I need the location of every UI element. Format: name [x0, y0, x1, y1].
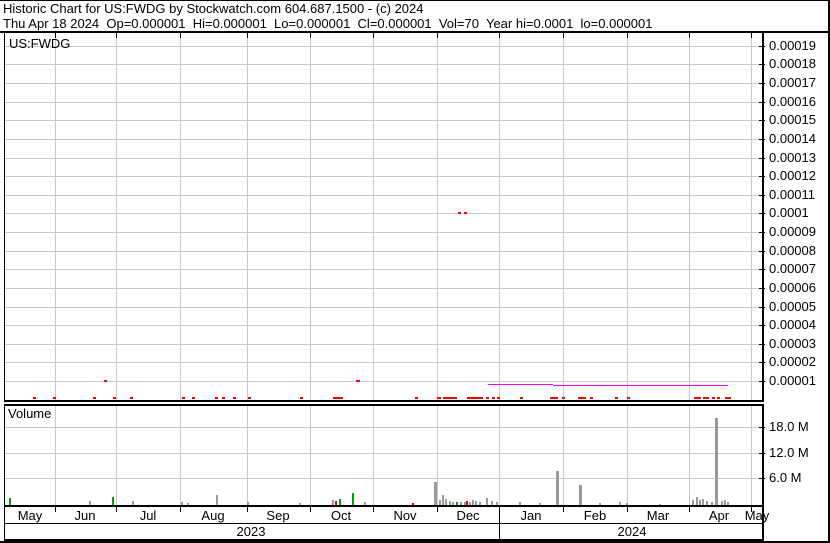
month-label: Nov [393, 508, 417, 523]
month-label: May [744, 508, 770, 523]
month-boundary-tick-top [116, 32, 117, 38]
volume-axis-tick [759, 452, 765, 454]
volume-axis-label: 12.0 M [769, 444, 809, 460]
price-axis-label: 0.00008 [769, 242, 816, 258]
month-boundary-tick-top [563, 32, 564, 38]
price-axis-tick [759, 362, 765, 364]
price-axis-tick [759, 83, 765, 85]
month-boundary-tick-bottom [627, 507, 628, 512]
price-axis-label: 0.00019 [769, 37, 816, 53]
price-axis-label: 0.00017 [769, 75, 816, 91]
price-axis-tick [759, 64, 765, 66]
month-label: Jul [139, 508, 157, 523]
month-label: Oct [330, 508, 352, 523]
price-axis-tick [759, 45, 765, 47]
month-boundary-tick-bottom [563, 507, 564, 512]
month-boundary-tick-bottom [373, 507, 374, 512]
month-boundary-tick-bottom [180, 507, 181, 512]
month-label: Jun [74, 508, 96, 523]
price-axis-label: 0.00015 [769, 112, 816, 128]
month-label: May [17, 508, 43, 523]
price-axis-label: 0.00012 [769, 168, 816, 184]
month-label: Sep [266, 508, 290, 523]
month-boundary-tick-bottom [116, 507, 117, 512]
volume-axis-label: 6.0 M [769, 469, 802, 485]
price-axis-label: 0.00009 [769, 224, 816, 240]
price-axis-tick [759, 325, 765, 327]
price-axis-label: 0.00005 [769, 298, 816, 314]
volume-axis-tick [759, 427, 765, 429]
month-boundary-tick-top [627, 32, 628, 38]
price-axis-tick [759, 194, 765, 196]
price-axis-label: 0.00011 [769, 186, 816, 202]
price-axis-label: 0.00016 [769, 93, 816, 109]
month-label: Apr [708, 508, 730, 523]
year-label: 2023 [236, 524, 266, 539]
axis-labels-layer: 0.00019 0.00018 0.00017 0.00016 0.00015 0.000… [0, 0, 830, 543]
price-axis-tick [759, 120, 765, 122]
price-axis-label: 0.0001 [769, 205, 809, 221]
month-boundary-tick-top [751, 32, 752, 38]
price-axis-label: 0.00013 [769, 149, 816, 165]
month-label: Aug [201, 508, 225, 523]
price-axis-label: 0.00004 [769, 317, 816, 333]
month-label: Mar [646, 508, 670, 523]
price-axis-tick [759, 343, 765, 345]
price-axis-tick [759, 381, 765, 382]
volume-label: Volume [8, 406, 52, 421]
month-boundary-tick-top [247, 32, 248, 38]
month-boundary-tick-bottom [689, 507, 690, 512]
price-axis-tick [759, 176, 765, 178]
month-boundary-tick-top [373, 32, 374, 38]
price-axis-label: 0.00002 [769, 354, 816, 370]
month-label: Jan [520, 508, 542, 523]
price-axis-tick [759, 138, 765, 140]
price-axis-label: 0.00018 [769, 56, 816, 72]
price-axis-tick [759, 213, 765, 215]
month-boundary-tick-top [310, 32, 311, 38]
month-label: Feb [583, 508, 607, 523]
price-axis-tick [759, 157, 765, 159]
month-label: Dec [456, 508, 480, 523]
price-axis-label: 0.00003 [769, 335, 816, 351]
month-boundary-tick-top [437, 32, 438, 38]
price-axis-tick [759, 101, 765, 103]
month-boundary-tick-bottom [310, 507, 311, 512]
year-label: 2024 [617, 524, 647, 539]
volume-axis-label: 18.0 M [769, 419, 809, 435]
volume-axis-tick [759, 477, 765, 479]
price-axis-tick [759, 306, 765, 308]
price-axis-label: 0.00006 [769, 279, 816, 295]
month-boundary-tick-bottom [55, 507, 56, 512]
month-boundary-tick-bottom [247, 507, 248, 512]
month-boundary-tick-top [180, 32, 181, 38]
symbol-label: US:FWDG [9, 36, 71, 51]
price-axis-tick [759, 287, 765, 289]
month-boundary-tick-top [689, 32, 690, 38]
price-axis-label: 0.00007 [769, 261, 816, 277]
price-axis-label: 0.00001 [769, 373, 816, 388]
price-axis-tick [759, 232, 765, 234]
month-boundary-tick-top [499, 32, 500, 38]
price-axis-tick [759, 269, 765, 271]
price-axis-tick [759, 250, 765, 252]
stockwatch-historic-chart: Historic Chart for US:FWDG by Stockwatch… [0, 0, 830, 543]
price-axis-label: 0.00014 [769, 130, 816, 146]
month-boundary-tick-bottom [437, 507, 438, 512]
year-divider [499, 507, 500, 541]
